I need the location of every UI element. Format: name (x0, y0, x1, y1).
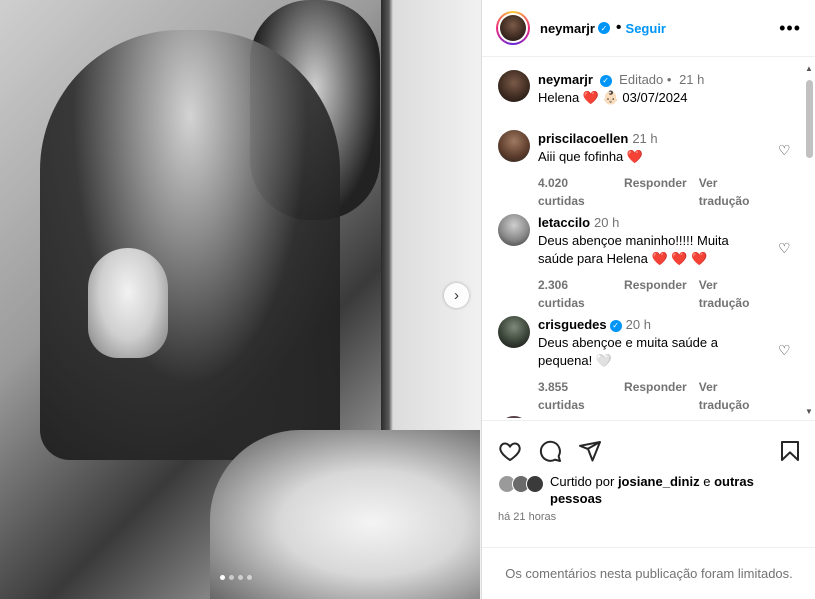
comment-item: letaccilo 20 h Deus abençoe maninho!!!!! … (498, 214, 798, 312)
media-figure-boy (40, 30, 340, 460)
caption: neymarjr ✓ Editado • 21 h Helena ❤️ 👶🏻 0… (498, 70, 798, 107)
media-baby (210, 430, 480, 599)
media-hand (88, 248, 168, 358)
comment-time: 21 h (632, 131, 658, 146)
post-panel: neymarjr ✓ • Seguir ••• neymarjr ✓ Edita… (481, 0, 815, 599)
carousel-dot (247, 575, 252, 580)
comment-likes[interactable]: 3.855 curtidas (538, 378, 612, 414)
comment-likes[interactable]: 2.306 curtidas (538, 276, 612, 312)
reply-button[interactable]: Responder (624, 378, 687, 414)
translate-button[interactable]: Ver tradução (699, 276, 766, 312)
author-username[interactable]: neymarjr (540, 21, 595, 36)
reply-button[interactable]: Responder (624, 174, 687, 210)
liked-by-prefix: Curtido por (550, 474, 615, 489)
comment-text: Aiii que fofinha ❤️ (538, 149, 644, 164)
liked-by-connector: e (703, 474, 711, 489)
separator-dot: • (615, 19, 622, 36)
comment-bubble-icon[interactable] (538, 439, 562, 468)
liked-by-user[interactable]: josiane_diniz (618, 474, 700, 489)
comment-text: Deus abençoe maninho!!!!! Muita saúde pa… (538, 233, 729, 266)
heart-outline-icon[interactable]: ♡ (778, 240, 794, 256)
edited-label: Editado • (619, 72, 672, 87)
comment-item: crisguedes ✓ 20 h Deus abençoe e muita saú… (498, 316, 798, 414)
translate-button[interactable]: Ver tradução (699, 174, 766, 210)
post-actions: Curtido por josiane_diniz e outras pesso… (482, 420, 815, 550)
more-options-icon[interactable]: ••• (779, 18, 801, 39)
avatar[interactable] (498, 130, 530, 162)
chevron-right-icon: › (454, 287, 459, 304)
liked-by: Curtido por josiane_diniz e outras pesso… (498, 473, 800, 507)
avatar[interactable] (498, 316, 530, 348)
follow-button[interactable]: Seguir (626, 21, 666, 36)
carousel-dot (238, 575, 243, 580)
author-avatar-ring[interactable] (496, 11, 530, 45)
share-paperplane-icon[interactable] (578, 439, 602, 468)
translate-button[interactable]: Ver tradução (699, 378, 766, 414)
comment-username[interactable]: crisguedes (538, 317, 607, 332)
comments-scrollbar[interactable]: ▲ ▼ (803, 58, 815, 418)
carousel-dot (229, 575, 234, 580)
comment-item: priscilacoellen 21 h Aiii que fofinha ❤️ … (498, 130, 798, 210)
heart-outline-icon[interactable]: ♡ (778, 142, 794, 158)
comments-list[interactable]: neymarjr ✓ Editado • 21 h Helena ❤️ 👶🏻 0… (482, 58, 804, 418)
comment-username[interactable]: priscilacoellen (538, 131, 628, 146)
comment-time: 20 h (594, 215, 620, 230)
comment-time: 20 h (625, 317, 651, 332)
post-header: neymarjr ✓ • Seguir ••• (482, 0, 815, 57)
scroll-down-arrow-icon[interactable]: ▼ (805, 407, 813, 416)
carousel-dots (220, 575, 252, 580)
comment-likes[interactable]: 4.020 curtidas (538, 174, 612, 210)
scrollbar-thumb[interactable] (806, 80, 813, 158)
post-media[interactable]: › (0, 0, 481, 599)
caption-time: 21 h (679, 72, 705, 87)
avatar (500, 15, 526, 41)
heart-outline-icon[interactable]: ♡ (778, 342, 794, 358)
carousel-dot (220, 575, 225, 580)
like-heart-icon[interactable] (498, 439, 522, 468)
verified-badge-icon: ✓ (599, 74, 612, 87)
caption-username[interactable]: neymarjr (538, 72, 593, 87)
scroll-up-arrow-icon[interactable]: ▲ (805, 64, 813, 73)
comment-text: Deus abençoe e muita saúde a pequena! 🤍 (538, 335, 718, 368)
verified-badge-icon: ✓ (609, 319, 622, 332)
liked-by-avatars[interactable] (498, 475, 544, 493)
verified-badge-icon: ✓ (597, 22, 610, 34)
reply-button[interactable]: Responder (624, 276, 687, 312)
avatar[interactable] (498, 214, 530, 246)
carousel-next-button[interactable]: › (444, 283, 469, 308)
comments-limited-notice: Os comentários nesta publicação foram li… (482, 547, 815, 599)
avatar[interactable] (498, 70, 530, 102)
comment-username[interactable]: letaccilo (538, 215, 590, 230)
comment-item-partial (498, 416, 798, 418)
save-bookmark-icon[interactable] (778, 439, 802, 468)
post-timestamp[interactable]: há 21 horas (498, 511, 556, 523)
avatar[interactable] (498, 416, 530, 418)
avatar (526, 475, 544, 493)
caption-text: Helena ❤️ 👶🏻 03/07/2024 (538, 90, 688, 105)
